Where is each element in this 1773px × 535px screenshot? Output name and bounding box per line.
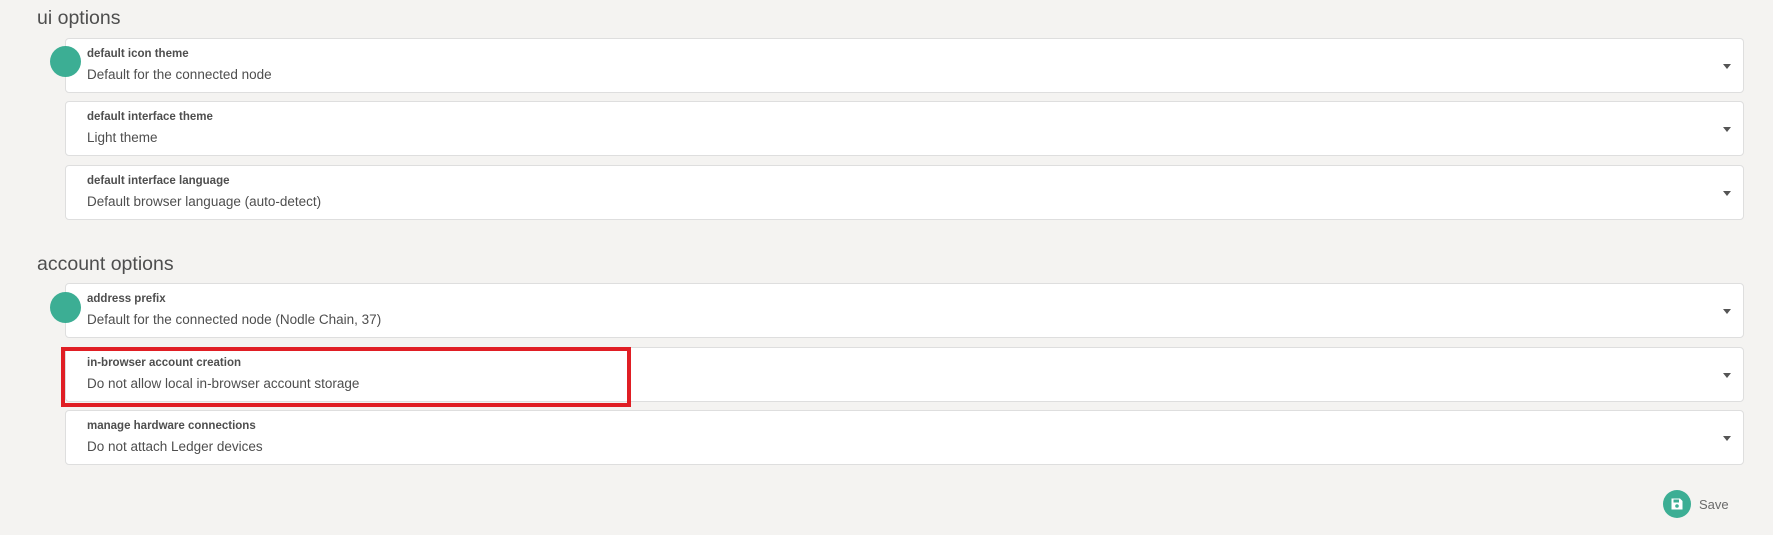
chevron-down-icon [1723, 191, 1731, 196]
field-label: in-browser account creation [87, 357, 242, 369]
default-interface-language-dropdown[interactable]: default interface language Default brows… [65, 165, 1744, 220]
save-button[interactable]: Save [1663, 490, 1729, 518]
chevron-down-icon [1723, 127, 1731, 132]
field-label: default icon theme [87, 48, 189, 60]
default-interface-theme-dropdown[interactable]: default interface theme Light theme [65, 101, 1744, 156]
chevron-down-icon [1723, 436, 1731, 441]
field-value: Light theme [87, 130, 158, 145]
chevron-down-icon [1723, 309, 1731, 314]
status-indicator-dot [50, 292, 81, 323]
status-indicator-dot [50, 46, 81, 77]
save-icon [1663, 490, 1691, 518]
address-prefix-dropdown[interactable]: address prefix Default for the connected… [65, 283, 1744, 338]
field-label: default interface theme [87, 111, 213, 123]
field-value: Default for the connected node [87, 67, 272, 82]
section-title-account-options: account options [37, 253, 174, 275]
manage-hardware-connections-dropdown[interactable]: manage hardware connections Do not attac… [65, 410, 1744, 465]
field-value: Do not attach Ledger devices [87, 439, 263, 454]
default-icon-theme-dropdown[interactable]: default icon theme Default for the conne… [65, 38, 1744, 93]
section-title-ui-options: ui options [37, 7, 121, 29]
field-value: Default for the connected node (Nodle Ch… [87, 312, 382, 327]
field-value: Do not allow local in-browser account st… [87, 376, 360, 391]
in-browser-account-creation-dropdown[interactable]: in-browser account creation Do not allow… [65, 347, 1744, 402]
field-label: address prefix [87, 293, 166, 305]
field-value: Default browser language (auto-detect) [87, 194, 322, 209]
field-label: manage hardware connections [87, 420, 256, 432]
save-label: Save [1699, 496, 1729, 512]
field-label: default interface language [87, 175, 230, 187]
chevron-down-icon [1723, 64, 1731, 69]
chevron-down-icon [1723, 373, 1731, 378]
